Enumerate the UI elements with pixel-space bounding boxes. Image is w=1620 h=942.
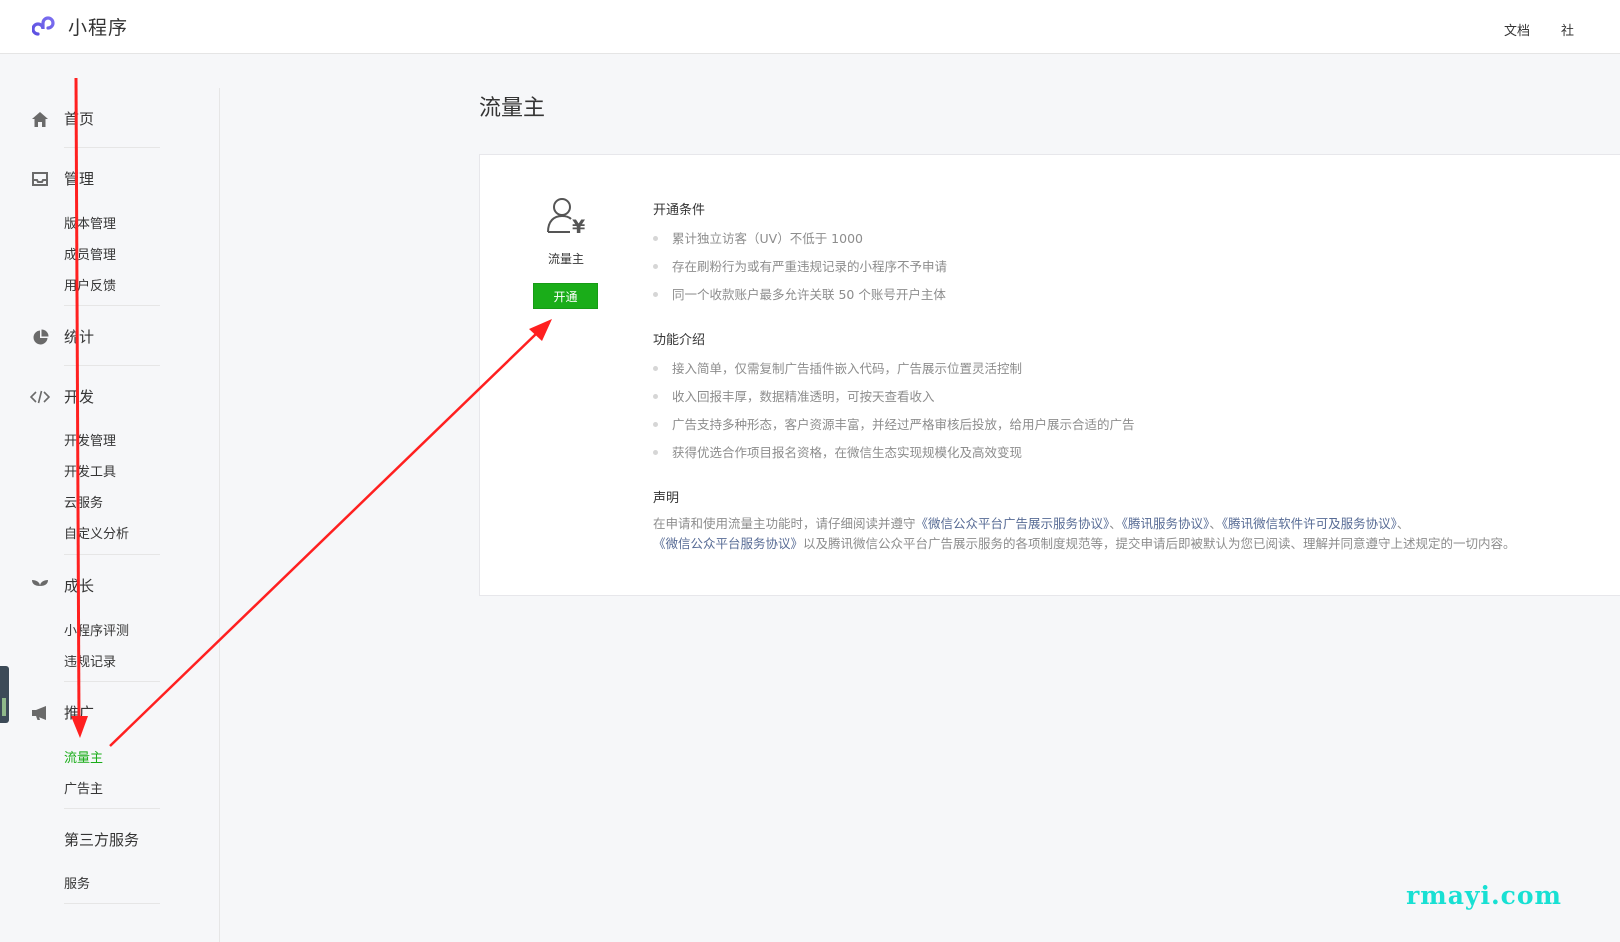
- nav-divider: [64, 808, 160, 809]
- condition-text: 累计独立访客（UV）不低于 1000: [672, 231, 863, 246]
- bullet-dot: [653, 292, 658, 297]
- pie-chart-icon: [30, 327, 50, 347]
- nav-item-custom-analysis[interactable]: 自定义分析: [64, 523, 129, 542]
- nav-item-evaluation[interactable]: 小程序评测: [64, 620, 129, 639]
- intro-item: 收入回报丰厚，数据精准透明，可按天查看收入: [653, 386, 935, 405]
- intro-title: 功能介绍: [653, 333, 706, 348]
- page-title: 流量主: [479, 96, 546, 121]
- side-tab-indicator: [2, 698, 6, 716]
- bullet-dot: [653, 450, 658, 455]
- wechat-license-agreement-link[interactable]: 《腾讯微信软件许可及服务协议》: [1222, 516, 1397, 531]
- nav-item-violations[interactable]: 违规记录: [64, 651, 116, 670]
- declaration-text: 在申请和使用流量主功能时，请仔细阅读并遵守《微信公众平台广告展示服务协议》、《腾…: [653, 514, 1548, 554]
- nav-divider: [64, 681, 160, 682]
- nav-item-cloud[interactable]: 云服务: [64, 492, 103, 511]
- nav-item-services[interactable]: 服务: [64, 873, 90, 892]
- nav-develop-label: 开发: [64, 388, 95, 406]
- declaration-title: 声明: [653, 491, 680, 506]
- top-bar: 小程序 文档 社: [0, 0, 1620, 54]
- conditions-title: 开通条件: [653, 203, 706, 218]
- nav-item-feedback[interactable]: 用户反馈: [64, 275, 116, 294]
- bullet-dot: [653, 264, 658, 269]
- docs-link[interactable]: 文档: [1504, 20, 1530, 39]
- condition-item: 存在刷粉行为或有严重违规记录的小程序不予申请: [653, 256, 947, 275]
- intro-text: 接入简单，仅需复制广告插件嵌入代码，广告展示位置灵活控制: [672, 361, 1023, 376]
- nav-divider: [64, 147, 160, 148]
- intro-text: 广告支持多种形态，客户资源丰富，并经过严格审核后投放，给用户展示合适的广告: [672, 417, 1135, 432]
- nav-growth-label: 成长: [64, 577, 95, 595]
- miniprogram-logo-icon: [32, 15, 55, 36]
- separator: 、: [1109, 516, 1122, 531]
- intro-text: 获得优选合作项目报名资格，在微信生态实现规模化及高效变现: [672, 445, 1023, 460]
- intro-text: 收入回报丰厚，数据精准透明，可按天查看收入: [672, 389, 935, 404]
- nav-item-dev-manage[interactable]: 开发管理: [64, 430, 116, 449]
- floating-side-tab[interactable]: [0, 666, 9, 723]
- nav-item-version[interactable]: 版本管理: [64, 213, 116, 232]
- megaphone-icon: [30, 703, 50, 723]
- declaration-suffix: 以及腾讯微信公众平台广告展示服务的各项制度规范等，提交申请后即被默认为您已阅读、…: [803, 536, 1516, 551]
- nav-promotion-label: 推广: [64, 704, 95, 722]
- platform-service-agreement-link[interactable]: 《微信公众平台服务协议》: [653, 536, 803, 551]
- bullet-dot: [653, 366, 658, 371]
- code-icon: [30, 387, 50, 407]
- tencent-service-agreement-link[interactable]: 《腾讯服务协议》: [1122, 516, 1210, 531]
- separator: 、: [1209, 516, 1222, 531]
- ad-service-agreement-link[interactable]: 《微信公众平台广告展示服务协议》: [916, 516, 1110, 531]
- open-button[interactable]: 开通: [533, 283, 598, 309]
- nav-stats-label: 统计: [64, 328, 95, 346]
- intro-item: 获得优选合作项目报名资格，在微信生态实现规模化及高效变现: [653, 442, 1022, 461]
- nav-item-advertiser[interactable]: 广告主: [64, 778, 103, 797]
- nav-divider: [64, 554, 160, 555]
- intro-item: 接入简单，仅需复制广告插件嵌入代码，广告展示位置灵活控制: [653, 358, 1022, 377]
- nav-manage-label: 管理: [64, 170, 95, 188]
- separator: 、: [1396, 516, 1410, 531]
- nav-item-traffic-owner[interactable]: 流量主: [64, 747, 103, 766]
- app-title: 小程序: [68, 17, 129, 39]
- logo[interactable]: 小程序: [32, 13, 128, 40]
- bullet-dot: [653, 394, 658, 399]
- nav-home-label: 首页: [64, 110, 95, 128]
- nav-third-party-label: 第三方服务: [64, 831, 140, 849]
- condition-text: 存在刷粉行为或有严重违规记录的小程序不予申请: [672, 259, 948, 274]
- intro-item: 广告支持多种形态，客户资源丰富，并经过严格审核后投放，给用户展示合适的广告: [653, 414, 1135, 433]
- sidebar-divider: [219, 88, 220, 942]
- nav-divider: [64, 305, 160, 306]
- nav-divider: [64, 903, 160, 904]
- condition-item: 同一个收款账户最多允许关联 50 个账号开户主体: [653, 284, 946, 303]
- community-link[interactable]: 社: [1561, 20, 1574, 39]
- inbox-icon: [30, 169, 50, 189]
- nav-divider: [64, 365, 160, 366]
- declaration-prefix: 在申请和使用流量主功能时，请仔细阅读并遵守: [653, 516, 916, 531]
- condition-item: 累计独立访客（UV）不低于 1000: [653, 228, 863, 247]
- sprout-icon: [30, 576, 50, 596]
- nav-item-members[interactable]: 成员管理: [64, 244, 116, 263]
- bullet-dot: [653, 422, 658, 427]
- condition-text: 同一个收款账户最多允许关联 50 个账号开户主体: [672, 287, 946, 302]
- svg-text:¥: ¥: [572, 216, 585, 236]
- bullet-dot: [653, 236, 658, 241]
- feature-name: 流量主: [547, 252, 584, 266]
- user-yen-icon: ¥: [546, 196, 590, 240]
- annotation-arrow-diagonal: [109, 332, 538, 747]
- home-icon: [30, 109, 50, 129]
- nav-item-dev-tools[interactable]: 开发工具: [64, 461, 116, 480]
- watermark: rmayi.com: [1406, 881, 1562, 910]
